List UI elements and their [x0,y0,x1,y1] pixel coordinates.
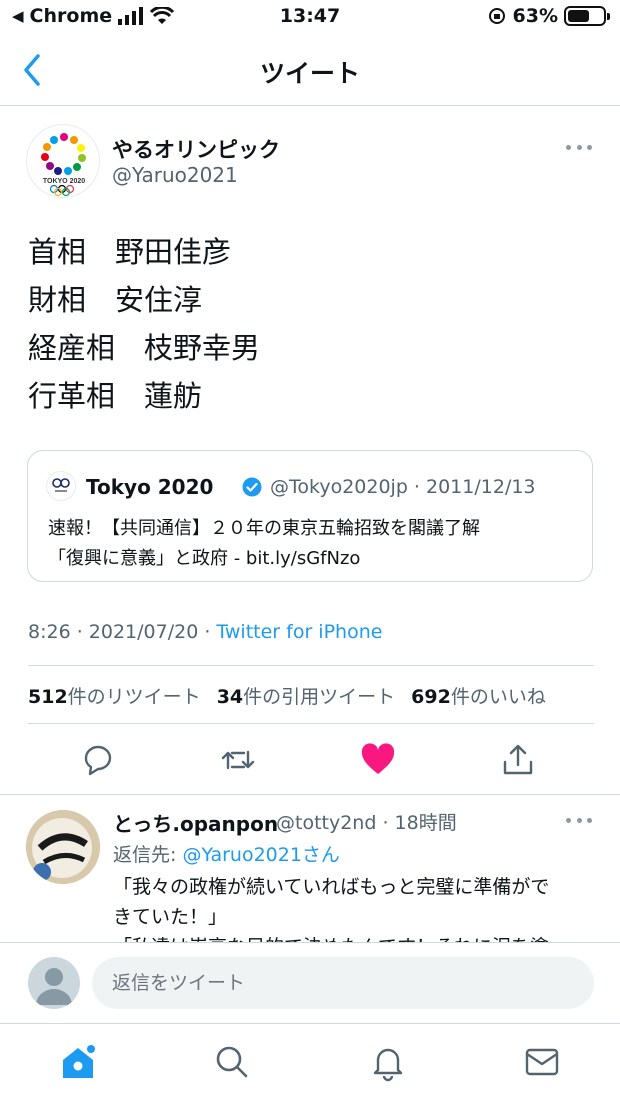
quoted-handle-date: @Tokyo2020jp · 2011/12/13 [270,476,536,498]
quotes-count: 34 [216,686,244,708]
tweet-line: 首相 野田佳彦 [28,235,232,269]
battery-icon [564,6,610,26]
battery-percent: 63% [512,5,558,27]
reply-icon[interactable] [78,740,118,780]
verified-badge-icon [242,477,262,497]
quoted-tweet-card[interactable]: Tokyo 2020 @Tokyo2020jp · 2011/12/13 速報！… [27,450,593,582]
tweet-stats: 512件のリツイート 34件の引用ツイート 692件のいいね [28,682,546,709]
reply-handle-time: @totty2nd · 18時間 [276,812,457,834]
tokyo2020-emblem-icon: TOKYO 2020 [41,133,86,197]
tweet-more-icon[interactable] [566,145,592,153]
quoted-text-line: 速報！【共同通信】２０年の東京五輪招致を閣議了解 [48,518,480,539]
tokyo2020-logo-icon [52,478,70,492]
share-icon[interactable] [498,740,538,780]
battery-fill [568,10,590,22]
quoted-text-line: 「復興に意義」と政府 - bit.ly/sGfNzo [48,548,361,569]
search-icon[interactable] [212,1042,252,1082]
tweet-author-avatar[interactable]: TOKYO 2020 [26,124,100,198]
nav-header: ツイート [0,34,620,106]
retweets-count: 512 [28,686,68,708]
likes-stat[interactable]: 692件のいいね [411,682,546,709]
quoted-author-avatar [46,471,76,501]
home-icon[interactable] [58,1042,98,1082]
tweet-actions [0,740,620,780]
reply-text-line: 「私達は崇高な目的で決めたんです！それに泥を塗 [113,932,593,942]
reply-more-icon[interactable] [566,818,592,826]
reply-to-line: 返信先: @Yaruo2021さん [113,840,340,867]
reply-author-name[interactable]: とっち.opanpon [113,808,278,837]
my-avatar[interactable] [28,957,80,1009]
reply-author-avatar[interactable] [26,810,100,884]
quotes-stat[interactable]: 34件の引用ツイート [217,682,395,709]
tweet-body: 首相 野田佳彦 財相 安住淳 経産相 枝野幸男 行革相 蓮舫 [28,228,260,420]
divider [28,723,594,724]
retweets-stat[interactable]: 512件のリツイート [28,682,201,709]
notifications-bell-icon[interactable] [368,1042,408,1082]
page-title: ツイート [259,59,360,88]
orientation-lock-icon [488,8,505,24]
reply-text: 「我々の政権が続いていればもっと完璧に準備がで きていた！」 「私達は崇高な目的… [113,872,593,942]
messages-mail-icon[interactable] [522,1042,562,1082]
tweet-author-handle[interactable]: @Yaruo2021 [112,163,238,187]
reply-text-line: きていた！」 [113,906,228,928]
retweets-label: 件のリツイート [67,686,201,708]
emblem-text: TOKYO 2020 [43,178,85,185]
reply-text-line: 「我々の政権が続いていればもっと完璧に準備がで [113,876,550,898]
quoted-text: 速報！【共同通信】２０年の東京五輪招致を閣議了解 「復興に意義」と政府 - bi… [48,514,578,574]
tweet-line: 行革相 蓮舫 [28,379,203,413]
reply-to-prefix: 返信先: [113,844,183,866]
tweet-source-link[interactable]: Twitter for iPhone [216,621,382,643]
reply-composer-bar: 返信をツイート [0,942,620,1024]
bottom-tab-bar [0,1024,620,1103]
reply-to-handle[interactable]: @Yaruo2021さん [182,844,339,866]
like-heart-icon[interactable] [358,740,398,780]
divider [28,665,594,666]
likes-count: 692 [411,686,451,708]
timestamp-text: 8:26 · 2021/07/20 · [28,621,217,643]
tweet-line: 財相 安住淳 [28,283,203,317]
quoted-author-name: Tokyo 2020 [86,475,214,499]
tweet-timestamp: 8:26 · 2021/07/20 · Twitter for iPhone [28,621,382,643]
likes-label: 件のいいね [450,686,546,708]
retweet-icon[interactable] [218,740,258,780]
reply-avatar-image-icon [26,810,100,884]
divider [0,794,620,795]
reply-input[interactable]: 返信をツイート [92,957,594,1009]
status-bar: ◀ Chrome 13:47 63% [0,0,620,34]
tweet-line: 経産相 枝野幸男 [28,331,261,365]
tweet-author-name[interactable]: やるオリンピック [112,134,280,164]
quotes-label: 件の引用ツイート [243,686,396,708]
status-right: 63% [487,5,610,27]
default-avatar-icon [36,968,72,1005]
